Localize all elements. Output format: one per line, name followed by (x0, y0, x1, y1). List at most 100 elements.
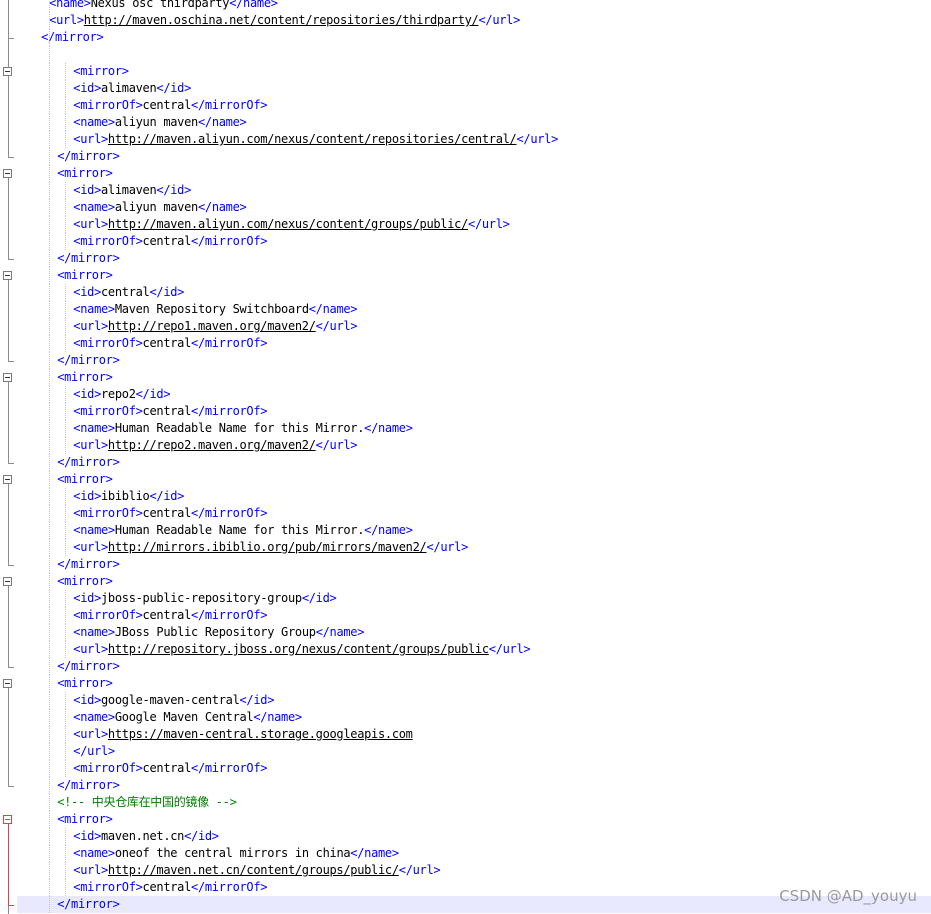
code-line[interactable]: <name>Maven Repository Switchboard</name… (17, 301, 931, 318)
code-line[interactable]: <id>alimaven</id> (17, 80, 931, 97)
code-line[interactable]: <mirrorOf>central</mirrorOf> (17, 403, 931, 420)
code-line[interactable]: <id>google-maven-central</id> (17, 692, 931, 709)
code-line[interactable]: <id>central</id> (17, 284, 931, 301)
code-line[interactable]: <id>alimaven</id> (17, 182, 931, 199)
xml-open-tag: <url> (73, 319, 108, 333)
code-line[interactable] (17, 46, 931, 63)
code-line[interactable]: <mirror> (17, 675, 931, 692)
indent-guide (65, 590, 67, 607)
code-line[interactable]: <id>repo2</id> (17, 386, 931, 403)
code-line[interactable]: </mirror> (17, 658, 931, 675)
xml-open-tag: <mirrorOf> (73, 336, 143, 350)
indent-guide (49, 658, 51, 675)
xml-close-tag: </name> (197, 200, 247, 214)
fold-toggle-icon[interactable] (3, 67, 12, 76)
xml-close-tag: </name> (229, 0, 278, 10)
xml-close-tag: </url> (315, 319, 358, 333)
code-line[interactable]: </mirror> (17, 556, 931, 573)
code-line[interactable]: <mirror> (17, 267, 931, 284)
fold-toggle-icon[interactable] (3, 271, 12, 280)
fold-toggle-icon[interactable] (3, 373, 12, 382)
xml-url-link[interactable]: http://maven.oschina.net/content/reposit… (84, 13, 479, 27)
fold-toggle-icon[interactable] (3, 475, 12, 484)
code-line[interactable]: <mirror> (17, 811, 931, 828)
code-line[interactable]: <url>http://maven.aliyun.com/nexus/conte… (17, 216, 931, 233)
code-line[interactable]: <id>maven.net.cn</id> (17, 828, 931, 845)
xml-open-tag: <id> (73, 591, 101, 605)
code-line[interactable]: <id>jboss-public-repository-group</id> (17, 590, 931, 607)
code-line[interactable]: <name>aliyun maven</name> (17, 199, 931, 216)
fold-range-line (8, 586, 9, 667)
code-line[interactable]: <name>Human Readable Name for this Mirro… (17, 420, 931, 437)
xml-url-link[interactable]: http://repo1.maven.org/maven2/ (108, 319, 316, 333)
xml-open-tag: <name> (73, 115, 115, 129)
code-line[interactable]: <mirrorOf>central</mirrorOf> (17, 760, 931, 777)
indent-guide (49, 114, 51, 131)
xml-open-tag: <mirrorOf> (73, 98, 143, 112)
indent-guide (65, 726, 67, 743)
indent-guide (65, 131, 67, 148)
indent-guide (65, 641, 67, 658)
xml-close-tag: </id> (135, 387, 171, 401)
code-area[interactable]: <name>Nexus osc thirdparty</name> <url>ht… (17, 0, 931, 913)
xml-code-editor[interactable]: <name>Nexus osc thirdparty</name> <url>ht… (0, 0, 931, 914)
indent-guide (65, 420, 67, 437)
code-line[interactable]: <mirrorOf>central</mirrorOf> (17, 505, 931, 522)
code-line[interactable]: </mirror> (17, 29, 931, 46)
code-line[interactable]: </mirror> (17, 250, 931, 267)
code-line[interactable]: <name>Google Maven Central</name> (17, 709, 931, 726)
xml-url-link[interactable]: http://maven.net.cn/content/groups/publi… (108, 863, 399, 877)
code-line[interactable]: <url>https://maven-central.storage.googl… (17, 726, 931, 743)
code-line[interactable]: <url>http://maven.net.cn/content/groups/… (17, 862, 931, 879)
xml-text-value: aliyun maven (114, 200, 198, 214)
code-line[interactable]: <url>http://maven.oschina.net/content/re… (17, 12, 931, 29)
code-line[interactable]: <name>Human Readable Name for this Mirro… (17, 522, 931, 539)
indent-guide (49, 590, 51, 607)
code-line[interactable]: <id>ibiblio</id> (17, 488, 931, 505)
code-line[interactable]: <mirrorOf>central</mirrorOf> (17, 335, 931, 352)
xml-text-value: Nexus osc thirdparty (90, 0, 230, 10)
code-line[interactable]: <url>http://maven.aliyun.com/nexus/conte… (17, 131, 931, 148)
xml-close-tag: </url> (315, 438, 358, 452)
code-line[interactable]: <name>Nexus osc thirdparty</name> (17, 0, 931, 12)
xml-url-link[interactable]: https://maven-central.storage.googleapis… (108, 727, 413, 741)
code-line[interactable]: <name>oneof the central mirrors in china… (17, 845, 931, 862)
code-line[interactable]: <url>http://repo2.maven.org/maven2/</url… (17, 437, 931, 454)
fold-toggle-icon[interactable] (3, 815, 12, 824)
code-line[interactable]: <mirror> (17, 471, 931, 488)
code-line[interactable]: <url>http://repo1.maven.org/maven2/</url… (17, 318, 931, 335)
code-line[interactable]: <mirror> (17, 369, 931, 386)
fold-toggle-icon[interactable] (3, 679, 12, 688)
indent-guide (65, 233, 67, 250)
indent-guide (65, 335, 67, 352)
code-line[interactable]: </url> (17, 743, 931, 760)
code-line[interactable]: <mirrorOf>central</mirrorOf> (17, 97, 931, 114)
code-line[interactable]: <name>aliyun maven</name> (17, 114, 931, 131)
code-line[interactable]: <url>http://mirrors.ibiblio.org/pub/mirr… (17, 539, 931, 556)
fold-toggle-icon[interactable] (3, 169, 12, 178)
code-line[interactable]: </mirror> (17, 454, 931, 471)
code-line[interactable]: <mirror> (17, 165, 931, 182)
code-line[interactable]: <mirrorOf>central</mirrorOf> (17, 607, 931, 624)
code-line[interactable]: <url>http://repository.jboss.org/nexus/c… (17, 641, 931, 658)
xml-url-link[interactable]: http://mirrors.ibiblio.org/pub/mirrors/m… (108, 540, 427, 554)
fold-toggle-icon[interactable] (3, 577, 12, 586)
code-line[interactable]: <mirrorOf>central</mirrorOf> (17, 233, 931, 250)
code-line[interactable]: <name>JBoss Public Repository Group</nam… (17, 624, 931, 641)
xml-open-tag: <mirrorOf> (73, 404, 143, 418)
xml-url-link[interactable]: http://maven.aliyun.com/nexus/content/re… (108, 132, 517, 146)
code-line[interactable]: <mirror> (17, 63, 931, 80)
xml-open-tag: <mirrorOf> (73, 608, 143, 622)
xml-url-link[interactable]: http://repo2.maven.org/maven2/ (108, 438, 316, 452)
xml-url-link[interactable]: http://repository.jboss.org/nexus/conten… (108, 642, 489, 656)
xml-text-value: central (142, 880, 192, 894)
xml-url-link[interactable]: http://maven.aliyun.com/nexus/content/gr… (108, 217, 468, 231)
code-line[interactable]: <!-- 中央仓库在中国的镜像 --> (17, 794, 931, 811)
fold-range-line (8, 178, 9, 259)
indent-guide (65, 760, 67, 777)
code-line[interactable]: </mirror> (17, 352, 931, 369)
xml-open-tag: <mirror> (57, 812, 113, 826)
code-line[interactable]: </mirror> (17, 777, 931, 794)
code-line[interactable]: </mirror> (17, 148, 931, 165)
code-line[interactable]: <mirror> (17, 573, 931, 590)
